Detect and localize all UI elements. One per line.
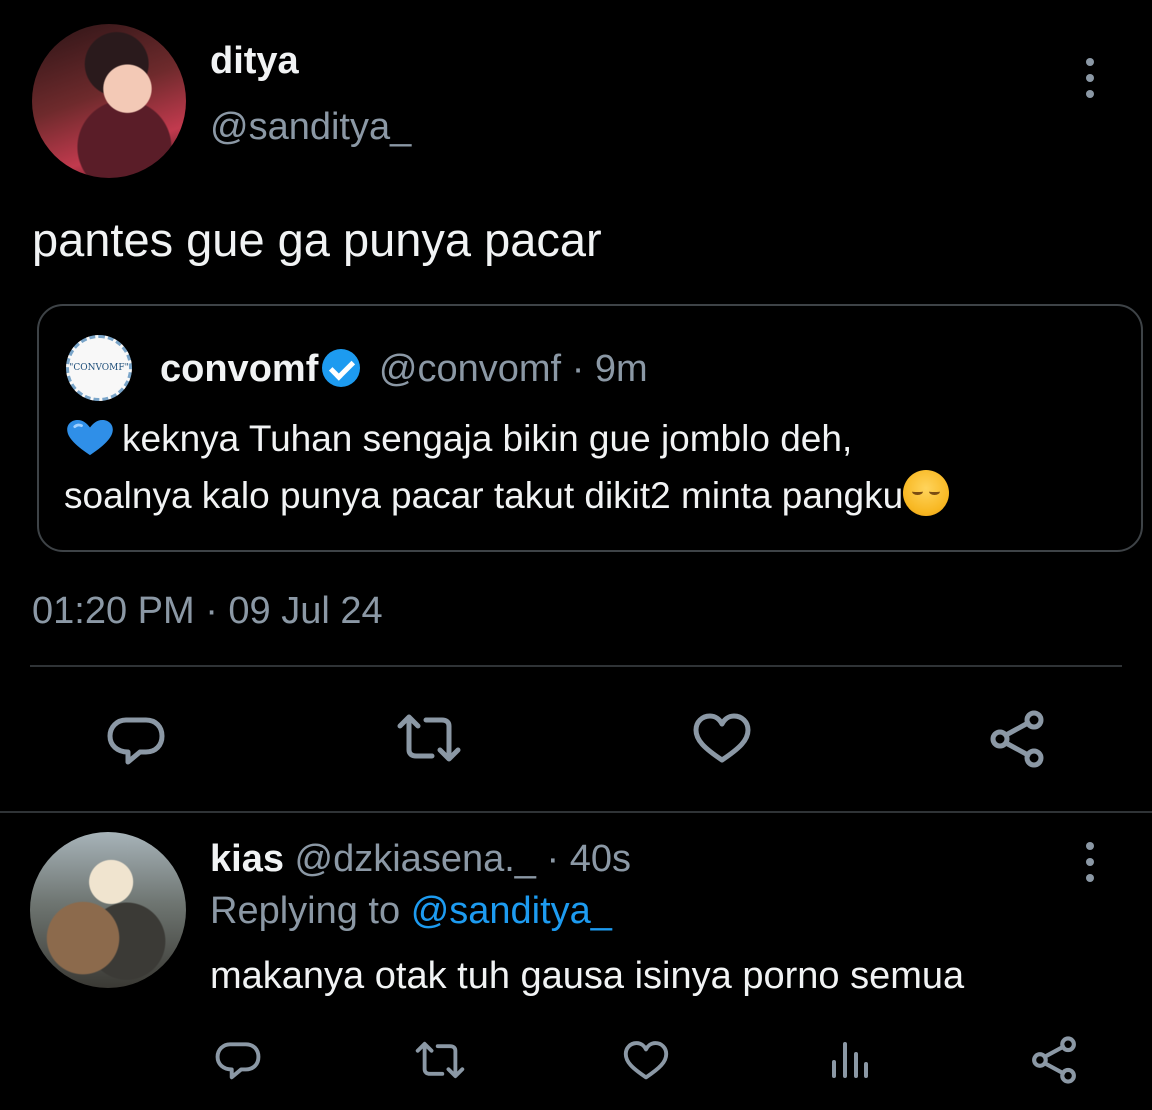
quoted-time: · 9m [571,348,648,390]
like-icon[interactable] [622,1040,670,1082]
retweet-icon[interactable] [396,712,462,764]
quoted-text-line-2: soalnya kalo punya pacar takut dikit2 mi… [64,470,950,517]
retweet-icon[interactable] [414,1040,466,1080]
reply-display-name[interactable]: kias [210,838,284,880]
reply-header: kias @dzkiasena._ · 40s [210,838,631,881]
divider [0,811,1152,813]
reply-text: makanya otak tuh gausa isinya porno semu… [210,955,965,997]
reply-author-avatar[interactable] [30,832,186,988]
reply-icon[interactable] [106,712,166,768]
author-handle[interactable]: @sanditya_ [210,106,411,149]
quoted-text-1: keknya Tuhan sengaja bikin gue jomblo de… [122,418,853,459]
divider [30,665,1122,667]
pensive-face-icon [903,470,950,516]
replying-to-line: Replying to @sanditya_ [210,890,612,933]
author-display-name[interactable]: ditya [210,40,299,83]
quoted-display-name: convomf [160,348,319,390]
author-avatar[interactable] [32,24,186,178]
tweet-text: pantes gue ga punya pacar [32,213,602,266]
reply-handle[interactable]: @dzkiasena._ [295,838,536,880]
reply-time: · 40s [546,838,631,880]
replying-to-label: Replying to [210,890,401,932]
quoted-author-avatar: "CONVOMF" [66,335,132,401]
quoted-text-2: soalnya kalo punya pacar takut dikit2 mi… [64,475,904,516]
quoted-logo-text: "CONVOMF" [69,363,129,373]
quoted-header: convomf @convomf · 9m [160,348,648,391]
quoted-handle: @convomf [378,348,562,390]
like-icon[interactable] [692,712,752,766]
verified-badge-icon [322,349,361,387]
replying-to-mention[interactable]: @sanditya_ [411,890,612,932]
reply-icon[interactable] [214,1038,262,1082]
views-icon[interactable] [830,1040,870,1080]
tweet-timestamp[interactable]: 01:20 PM · 09 Jul 24 [32,590,383,633]
share-icon[interactable] [988,710,1046,768]
quoted-text-line-1: keknya Tuhan sengaja bikin gue jomblo de… [64,418,852,460]
reply-more-options-icon[interactable] [1080,842,1100,882]
blue-heart-icon [67,419,113,456]
share-icon[interactable] [1030,1036,1078,1084]
more-options-icon[interactable] [1080,58,1100,98]
